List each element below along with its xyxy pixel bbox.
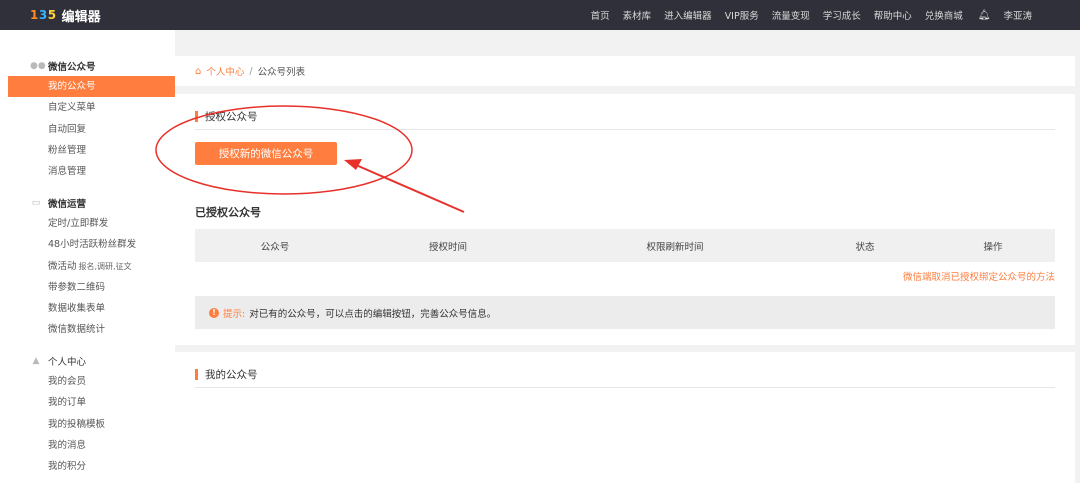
tip-text: 对已有的公众号，可以点击的编辑按钮，完善公众号信息。 xyxy=(249,308,497,320)
nav-learning[interactable]: 学习成长 xyxy=(823,8,861,22)
breadcrumb-home[interactable]: 个人中心 xyxy=(206,64,244,78)
sidebar-item-messages[interactable]: 消息管理 xyxy=(0,161,175,182)
sidebar-item-points[interactable]: 我的积分 xyxy=(0,456,175,477)
sidebar-group-header[interactable]: ●● 微信公众号 xyxy=(0,56,175,76)
top-bar: 135 编辑器 首页 素材库 进入编辑器 VIP服务 流量变现 学习成长 帮助中… xyxy=(0,0,1080,30)
divider xyxy=(195,129,1055,130)
nav-editor[interactable]: 进入编辑器 xyxy=(664,8,712,22)
keyboard-icon: ▭ xyxy=(31,198,41,208)
sidebar-item-membership[interactable]: 我的会员 xyxy=(0,371,175,392)
sidebar-item-micro-activity[interactable]: 微活动 报名,调研,征文 xyxy=(0,256,175,277)
top-nav: 首页 素材库 进入编辑器 VIP服务 流量变现 学习成长 帮助中心 兑换商城 🔔… xyxy=(591,0,1032,30)
column-header-account: 公众号 xyxy=(260,241,290,253)
logo-mark-digit: 1 xyxy=(30,8,39,22)
tip-label: 提示: xyxy=(223,308,246,320)
breadcrumb-current: 公众号列表 xyxy=(257,67,306,78)
sidebar-group-title: 个人中心 xyxy=(48,357,87,368)
nav-materials[interactable]: 素材库 xyxy=(623,8,652,22)
unbind-help-link[interactable]: 微信端取消已授权绑定公众号的方法 xyxy=(903,269,1055,283)
table-header: 公众号 授权时间 权限刷新时间 状态 操作 xyxy=(195,229,1055,262)
logo-mark-digit: 3 xyxy=(38,8,48,22)
sidebar-group-title: 微信运营 xyxy=(48,199,87,210)
user-icon: ▲ xyxy=(32,356,40,366)
section-title-text: 我的公众号 xyxy=(205,369,258,381)
authorize-new-account-button[interactable]: 授权新的微信公众号 xyxy=(195,142,337,165)
logo-text: 编辑器 xyxy=(61,9,101,25)
sidebar-item-templates[interactable]: 我的投稿模板 xyxy=(0,414,175,435)
sidebar-item-active-fans-send[interactable]: 48小时活跃粉丝群发 xyxy=(0,234,175,255)
sidebar-item-stats[interactable]: 微信数据统计 xyxy=(0,319,175,340)
sidebar-item-sublabel: 报名,调研,征文 xyxy=(78,261,132,271)
sidebar-item-label: 微活动 xyxy=(48,260,77,272)
section-title: 授权公众号 xyxy=(195,109,258,124)
sidebar-group-personal: ▲ 个人中心 我的会员 我的订单 我的投稿模板 我的消息 我的积分 xyxy=(0,351,175,477)
logo-mark-digit: 5 xyxy=(47,8,57,22)
title-accent-bar xyxy=(195,369,198,380)
home-icon[interactable]: ⌂ xyxy=(195,66,201,77)
title-accent-bar xyxy=(195,111,198,122)
my-accounts-panel: 我的公众号 xyxy=(175,352,1075,483)
column-header-status: 状态 xyxy=(855,241,875,253)
sidebar-group-wechat: ●● 微信公众号 我的公众号 自定义菜单 自动回复 粉丝管理 消息管理 xyxy=(0,56,175,182)
sidebar-item-forms[interactable]: 数据收集表单 xyxy=(0,298,175,319)
sidebar-item-scheduled-send[interactable]: 定时/立即群发 xyxy=(0,213,175,234)
nav-vip[interactable]: VIP服务 xyxy=(725,8,759,22)
sidebar-group-title: 微信公众号 xyxy=(48,62,96,73)
auth-panel: 授权公众号 授权新的微信公众号 已授权公众号 公众号 授权时间 权限刷新时间 状… xyxy=(175,94,1075,345)
section-title-text: 授权公众号 xyxy=(205,111,258,123)
sidebar-item-auto-reply[interactable]: 自动回复 xyxy=(0,119,175,140)
sidebar-item-fans[interactable]: 粉丝管理 xyxy=(0,140,175,161)
chat-icon: ●● xyxy=(30,61,46,71)
sidebar: ●● 微信公众号 我的公众号 自定义菜单 自动回复 粉丝管理 消息管理 ▭ 微信… xyxy=(0,30,175,483)
column-header-auth-time: 授权时间 xyxy=(428,241,467,253)
section-title: 我的公众号 xyxy=(195,367,258,382)
logo-mark: 135 xyxy=(30,8,57,22)
logo[interactable]: 135 编辑器 xyxy=(30,0,101,30)
sidebar-item-qrcode[interactable]: 带参数二维码 xyxy=(0,277,175,298)
nav-help[interactable]: 帮助中心 xyxy=(874,8,912,22)
divider xyxy=(195,387,1055,388)
column-header-actions: 操作 xyxy=(983,241,1003,253)
column-header-refresh-time: 权限刷新时间 xyxy=(646,241,704,253)
sidebar-item-custom-menu[interactable]: 自定义菜单 xyxy=(0,97,175,118)
breadcrumb: ⌂ 个人中心 / 公众号列表 xyxy=(175,56,1075,86)
exclamation-icon: ! xyxy=(209,307,219,318)
sidebar-item-my-accounts[interactable]: 我的公众号 xyxy=(8,76,175,98)
sidebar-item-my-messages[interactable]: 我的消息 xyxy=(0,435,175,456)
nav-home[interactable]: 首页 xyxy=(591,8,610,22)
nav-monetize[interactable]: 流量变现 xyxy=(772,8,810,22)
breadcrumb-separator: / xyxy=(249,65,253,77)
tip-box: ! 提示: 对已有的公众号，可以点击的编辑按钮，完善公众号信息。 xyxy=(195,296,1055,329)
sidebar-group-operations: ▭ 微信运营 定时/立即群发 48小时活跃粉丝群发 微活动 报名,调研,征文 带参… xyxy=(0,193,175,341)
bell-icon[interactable]: 🔔︎ xyxy=(978,10,991,21)
nav-store[interactable]: 兑换商城 xyxy=(925,8,963,22)
sidebar-group-header[interactable]: ▭ 微信运营 xyxy=(0,193,175,213)
authorized-list-title: 已授权公众号 xyxy=(195,206,261,219)
sidebar-group-header[interactable]: ▲ 个人中心 xyxy=(0,351,175,371)
user-name[interactable]: 李亚涛 xyxy=(1003,8,1032,22)
sidebar-item-orders[interactable]: 我的订单 xyxy=(0,392,175,413)
